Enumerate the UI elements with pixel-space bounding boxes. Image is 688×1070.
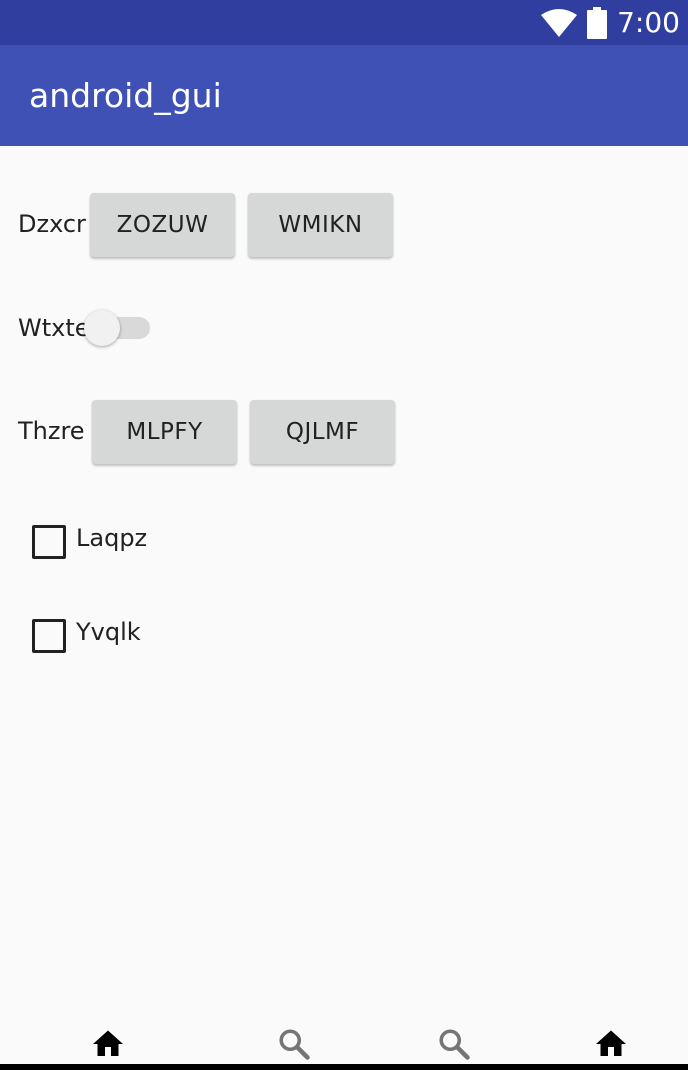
switch-thumb[interactable] — [84, 310, 120, 346]
checkbox-box[interactable] — [32, 525, 66, 559]
checkbox-box[interactable] — [32, 619, 66, 653]
checkbox-label[interactable]: Yvqlk — [76, 618, 141, 646]
nav-divider — [0, 1064, 688, 1070]
qjlmf-button[interactable]: QJLMF — [250, 400, 395, 464]
status-bar: 7:00 — [0, 0, 688, 45]
wifi-icon — [541, 8, 578, 37]
battery-icon — [587, 6, 608, 39]
status-time: 7:00 — [617, 6, 680, 39]
mlpfy-button[interactable]: MLPFY — [92, 400, 237, 464]
search-icon[interactable] — [436, 1026, 472, 1062]
app-title: android_gui — [29, 76, 222, 115]
zozuw-button[interactable]: ZOZUW — [90, 193, 235, 257]
wmikn-button[interactable]: WMIKN — [248, 193, 393, 257]
search-icon[interactable] — [276, 1026, 312, 1062]
checkbox-label[interactable]: Laqpz — [76, 524, 147, 552]
switch-label: Wtxte — [18, 314, 90, 342]
home-icon[interactable] — [90, 1026, 126, 1062]
status-icons: 7:00 — [541, 0, 680, 45]
row2-label: Thzre — [18, 417, 85, 445]
main-content: Dzxcr ZOZUW WMIKN Wtxte Thzre MLPFY QJLM… — [0, 146, 688, 1026]
row1-label: Dzxcr — [18, 210, 86, 238]
home-icon[interactable] — [593, 1026, 629, 1062]
app-bar: android_gui — [0, 45, 688, 146]
